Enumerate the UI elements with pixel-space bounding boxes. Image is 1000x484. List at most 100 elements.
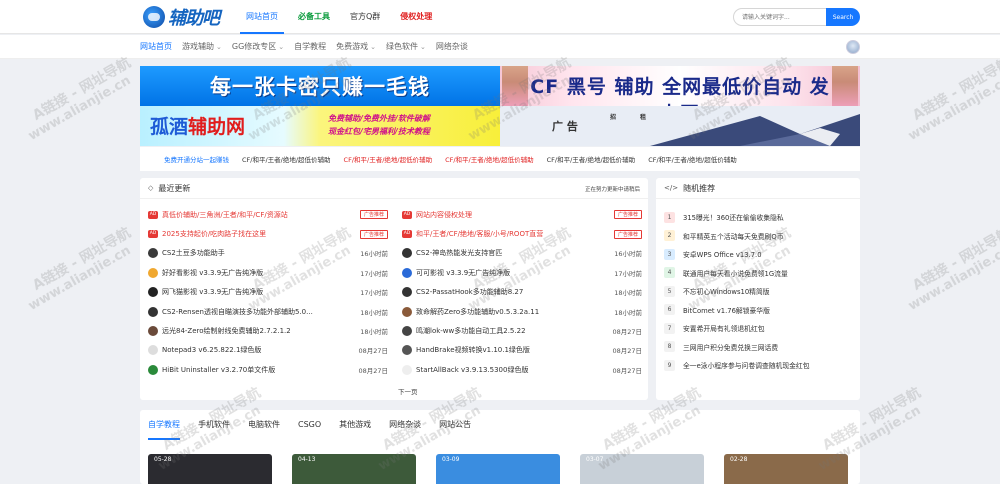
text-link-1[interactable]: CF/和平/王者/绝地/超低价辅助 (242, 154, 331, 164)
banner-card-ad[interactable]: 每一张卡密只赚一毛钱 (140, 66, 500, 106)
latest-list-left: AD 真低价辅助/三角洲/王者/和平/CF/资源站 广告推荐 AD 2025支持起价/吃… (148, 205, 388, 380)
random-item[interactable]: 1 315曝光！360还在偷偷收集隐私 (664, 208, 854, 227)
sub-nav-item-4[interactable]: 免费游戏 ⌄ (336, 35, 376, 59)
text-link-3[interactable]: CF/和平/王者/绝地/超低价辅助 (445, 154, 534, 164)
banner-gujiu-title: 孤酒辅助网 (150, 116, 246, 138)
list-item[interactable]: StartAllBack v3.9.13.5300绿色版 08月27日 (402, 360, 642, 379)
list-item[interactable]: CS2土豆多功能助手 16小时前 (148, 244, 388, 263)
watermark-line1: A链接 - 网址导航 (30, 224, 134, 294)
random-list: 1 315曝光！360还在偷偷收集隐私 2 和平精英五个活动每天免费刷Q币 3 安卓WPS… (664, 208, 854, 375)
text-link-2[interactable]: CF/和平/王者/绝地/超低价辅助 (344, 154, 433, 164)
random-item[interactable]: 3 安卓WPS Office v13.7.0 (664, 245, 854, 264)
list-item[interactable]: 可可影视 v3.3.9无广告纯净版 17小时前 (402, 263, 642, 282)
tab-0[interactable]: 自学教程 (148, 410, 180, 440)
list-item[interactable]: AD 网站内容侵权处理 广告推荐 (402, 205, 642, 224)
sub-nav-item-3[interactable]: 自学教程 (294, 35, 326, 59)
top-nav-item-1[interactable]: 必备工具 (292, 0, 336, 34)
ad-tag: 广告推荐 (613, 210, 642, 220)
random-item-title: 安卓WPS Office v13.7.0 (683, 251, 762, 260)
list-item[interactable]: 致命解药Zero多功能辅助v0.5.3.2a.11 18小时前 (402, 302, 642, 321)
banner-ad-space[interactable]: 广 告 招 租 (500, 106, 860, 146)
random-item[interactable]: 6 BitComet v1.76解锁豪华版 (664, 301, 854, 320)
random-item[interactable]: 2 和平精英五个活动每天免费刷Q币 (664, 227, 854, 246)
banner-gujiu-ad[interactable]: 孤酒辅助网 免费辅助/免费外挂/软件破解 现金红包/宅男福利/技术教程 (140, 106, 500, 146)
random-item[interactable]: 7 安置希开局有礼领退机红包 (664, 319, 854, 338)
article-thumbnail[interactable]: 03-09 (436, 454, 560, 484)
list-item[interactable]: CS2-Rensen透视自瞄演技多功能外部辅助5.0... 18小时前 (148, 302, 388, 321)
text-link-0[interactable]: 免费开通分站一起赚钱 (164, 154, 229, 164)
random-item[interactable]: 5 不忘初心Windows10精简版 (664, 282, 854, 301)
site-logo[interactable]: 辅助吧 (143, 5, 220, 29)
app-icon (148, 306, 158, 317)
item-title: Notepad3 v6.25.822.1绿色版 (162, 346, 262, 355)
list-item[interactable]: 网飞猫影视 v3.3.9无广告纯净版 17小时前 (148, 283, 388, 302)
app-icon (148, 248, 158, 259)
banner-cf-ad[interactable]: CF 黑号 辅助 全网最低价自动 发卡网 (500, 66, 860, 106)
list-item[interactable]: HiBit Uninstaller v3.2.70单文件版 08月27日 (148, 360, 388, 379)
avatar[interactable] (846, 40, 860, 54)
item-title: 真低价辅助/三角洲/王者/和平/CF/资源站 (162, 210, 288, 219)
list-item[interactable]: Notepad3 v6.25.822.1绿色版 08月27日 (148, 341, 388, 360)
random-item-title: 315曝光！360还在偷偷收集隐私 (683, 214, 784, 223)
article-thumbnail[interactable]: 05-28 (148, 454, 272, 484)
sub-nav-item-1[interactable]: 游戏辅助 ⌄ (182, 35, 222, 59)
tab-2[interactable]: 电脑软件 (248, 410, 280, 440)
watermark-text: A链接 - 网址导航 www.alianjie.cn (906, 55, 1000, 144)
item-title: CS2-Rensen透视自瞄演技多功能外部辅助5.0... (162, 307, 313, 316)
sub-nav-item-2[interactable]: GG修改专区 ⌄ (232, 35, 284, 59)
list-item[interactable]: AD 和平/王者/CF/绝地/客服/小号/ROOT直营 广告推荐 (402, 224, 642, 243)
tab-6[interactable]: 网站公告 (439, 410, 471, 440)
tab-1[interactable]: 手机软件 (198, 410, 230, 440)
search-input[interactable] (733, 8, 826, 26)
item-time: 16小时前 (360, 250, 388, 259)
top-nav-item-2[interactable]: 官方Q群 (344, 0, 386, 34)
list-item[interactable]: HandBrake视频转换v1.10.1绿色版 08月27日 (402, 341, 642, 360)
random-item-title: 和平精英五个活动每天免费刷Q币 (683, 232, 784, 241)
item-title: 好好看影视 v3.3.9无广告纯净版 (162, 268, 264, 277)
list-item[interactable]: 好好看影视 v3.3.9无广告纯净版 17小时前 (148, 263, 388, 282)
ad-text-1: 广 告 (552, 120, 578, 133)
item-title: HandBrake视频转换v1.10.1绿色版 (416, 346, 530, 355)
list-item[interactable]: AD 2025支持起价/吃肉路子找在这里 广告推荐 (148, 224, 388, 243)
latest-title: 最近更新 (158, 183, 191, 193)
sub-nav-item-0[interactable]: 网站首页 (140, 35, 172, 59)
list-item[interactable]: 远光84-Zero绘制射线免费辅助2.7.2.1.2 18小时前 (148, 321, 388, 340)
article-thumbnail[interactable]: 04-13 (292, 454, 416, 484)
text-link-4[interactable]: CF/和平/王者/绝地/超低价辅助 (547, 154, 636, 164)
list-item[interactable]: CS2-神岛热能发光支持官匹 16小时前 (402, 244, 642, 263)
sub-nav-label: 绿色软件 (386, 42, 419, 51)
item-title: 网飞猫影视 v3.3.9无广告纯净版 (162, 288, 264, 297)
random-item[interactable]: 8 三网用户积分免费兑换三网话费 (664, 338, 854, 357)
item-title: 2025支持起价/吃肉路子找在这里 (162, 230, 267, 239)
top-nav-item-3[interactable]: 侵权处理 (394, 0, 438, 34)
sub-nav-item-5[interactable]: 绿色软件 ⌄ (386, 35, 426, 59)
text-link-5[interactable]: CF/和平/王者/绝地/超低价辅助 (648, 154, 737, 164)
rank-number: 7 (664, 322, 675, 334)
app-icon (148, 287, 158, 298)
list-item[interactable]: 鸣潮lok-ww多功能自动工具2.5.22 08月27日 (402, 321, 642, 340)
list-item[interactable]: CS2-PassatHook多功能辅助8.27 18小时前 (402, 283, 642, 302)
top-nav-item-0[interactable]: 网站首页 (240, 0, 284, 34)
thumb-date: 02-28 (730, 456, 748, 463)
tab-4[interactable]: 其他游戏 (339, 410, 371, 440)
list-item[interactable]: AD 真低价辅助/三角洲/王者/和平/CF/资源站 广告推荐 (148, 205, 388, 224)
ad-badge-icon: AD (148, 230, 158, 239)
watermark-text: A链接 - 网址导航 www.alianjie.cn (26, 55, 142, 144)
item-title: 和平/王者/CF/绝地/客服/小号/ROOT直营 (416, 230, 544, 239)
text-links-bar: 免费开通分站一起赚钱 CF/和平/王者/绝地/超低价辅助 CF/和平/王者/绝地/超… (140, 147, 860, 171)
banner-girl-right-image (832, 66, 858, 106)
article-thumbnail[interactable]: 03-07 (580, 454, 704, 484)
search-button[interactable]: Search (826, 8, 860, 26)
tab-5[interactable]: 网络杂谈 (389, 410, 421, 440)
next-page-link[interactable]: 下一页 (398, 386, 418, 396)
ad-tag: 广告推荐 (613, 229, 642, 239)
tab-3[interactable]: CSGO (298, 410, 321, 440)
random-item[interactable]: 9 全一e泳小程序参与问卷调查随机现金红包 (664, 356, 854, 375)
item-time: 08月27日 (358, 366, 388, 375)
banner-cf-text: CF 黑号 辅助 全网最低价自动 发卡网 (530, 76, 830, 106)
sub-nav-label: 游戏辅助 (182, 42, 214, 51)
article-thumbnail[interactable]: 02-28 (724, 454, 848, 484)
sub-nav-item-6[interactable]: 网络杂谈 (436, 35, 468, 59)
random-item[interactable]: 4 联通用户每天看小说免费领1G流量 (664, 264, 854, 283)
thumb-date: 04-13 (298, 456, 316, 463)
